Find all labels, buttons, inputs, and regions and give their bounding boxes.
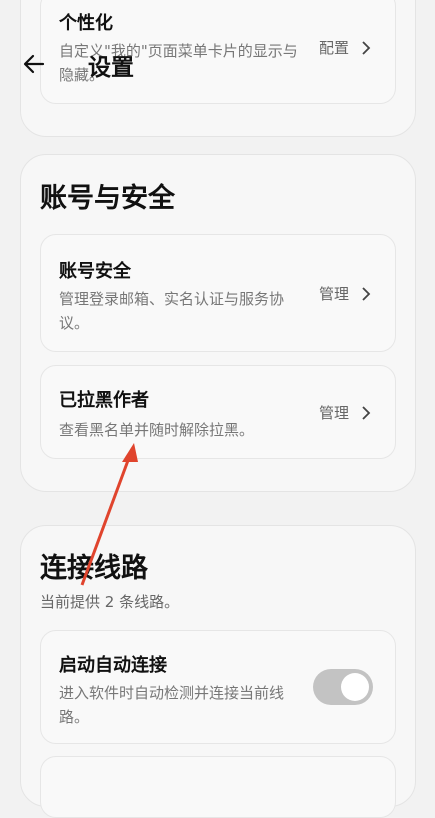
personalize-title: 个性化: [59, 13, 113, 34]
account-security-title: 账号与安全: [40, 183, 175, 214]
account-safety-desc: 管理登录邮箱、实名认证与服务协议。: [59, 290, 285, 332]
chevron-right-icon: [362, 286, 371, 301]
next-route-item[interactable]: [40, 756, 396, 818]
toggle-knob: [341, 673, 369, 701]
page-title: 设置: [88, 55, 134, 81]
auto-connect-item[interactable]: 启动自动连接 进入软件时自动检测并连接当前线路。: [40, 630, 396, 744]
account-safety-action[interactable]: 管理: [319, 283, 373, 304]
blocked-authors-title: 已拉黑作者: [59, 390, 149, 411]
personalize-action[interactable]: 配置: [319, 37, 373, 58]
chevron-right-icon: [362, 405, 371, 420]
blocked-authors-action[interactable]: 管理: [319, 402, 373, 423]
auto-connect-title: 启动自动连接: [59, 655, 167, 676]
account-safety-action-label: 管理: [318, 285, 349, 303]
account-safety-item[interactable]: 账号安全 管理登录邮箱、实名认证与服务协议。 管理: [40, 234, 396, 352]
back-arrow-icon[interactable]: [22, 52, 46, 76]
auto-connect-toggle[interactable]: [313, 669, 373, 705]
chevron-right-icon: [362, 40, 371, 55]
personalize-action-label: 配置: [318, 39, 349, 57]
blocked-authors-action-label: 管理: [318, 404, 349, 422]
auto-connect-desc: 进入软件时自动检测并连接当前线路。: [59, 684, 285, 726]
blocked-authors-item[interactable]: 已拉黑作者 查看黑名单并随时解除拉黑。 管理: [40, 365, 396, 459]
blocked-authors-desc: 查看黑名单并随时解除拉黑。: [59, 421, 255, 439]
connection-title: 连接线路: [40, 553, 148, 584]
account-safety-title: 账号安全: [59, 261, 131, 282]
connection-subtitle: 当前提供 2 条线路。: [40, 593, 180, 611]
